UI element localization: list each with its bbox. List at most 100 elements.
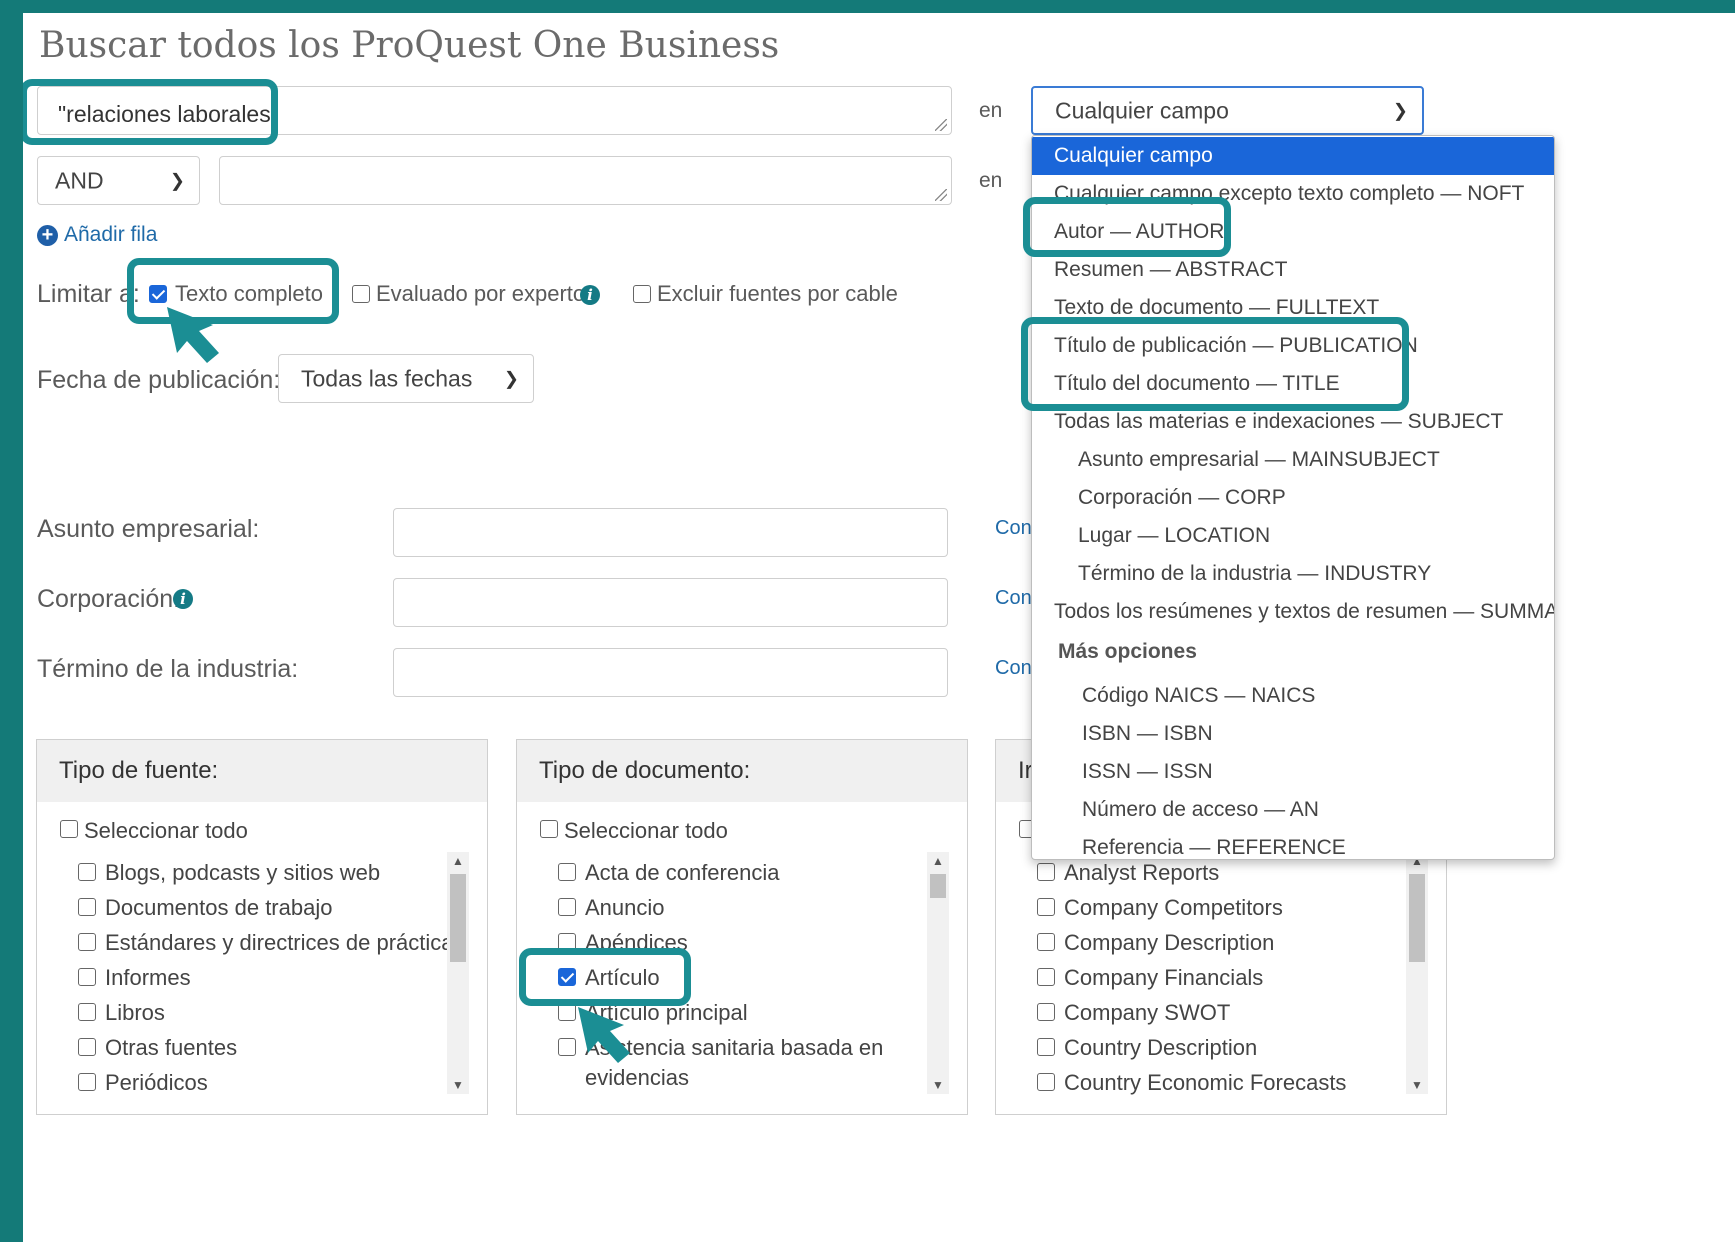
scroll-up-icon[interactable]: ▲ [927, 854, 949, 868]
source-type-item[interactable]: Periódicos [105, 1070, 208, 1096]
field-more-option[interactable]: Referencia — REFERENCE [1032, 829, 1554, 859]
corporation-link[interactable]: Con [995, 587, 1032, 610]
third-box-item-checkbox[interactable] [1037, 933, 1055, 951]
field-option[interactable]: Cualquier campo [1032, 137, 1554, 175]
info-icon[interactable]: i [173, 589, 193, 609]
source-type-item-checkbox[interactable] [78, 1003, 96, 1021]
source-type-item[interactable]: Blogs, podcasts y sitios web [105, 860, 380, 886]
third-box-item[interactable]: Company Competitors [1064, 895, 1283, 921]
scroll-down-icon[interactable]: ▼ [927, 1078, 949, 1092]
operator-value: AND [55, 167, 104, 193]
doc-type-item-checkbox[interactable] [558, 933, 576, 951]
field-more-option[interactable]: Código NAICS — NAICS [1032, 677, 1554, 715]
info-icon[interactable]: i [580, 285, 600, 305]
source-type-item-checkbox[interactable] [78, 1073, 96, 1091]
more-options-header: Más opciones [1058, 640, 1197, 663]
limit-label: Limitar a: [37, 280, 140, 308]
source-type-item[interactable]: Otras fuentes [105, 1035, 237, 1061]
field-option[interactable]: Título de publicación — PUBLICATION [1032, 327, 1554, 365]
doc-type-header: Tipo de documento: [517, 740, 967, 802]
doc-type-item[interactable]: Apéndices [585, 930, 688, 956]
third-box-item[interactable]: Company Description [1064, 930, 1274, 956]
field-option[interactable]: Texto de documento — FULLTEXT [1032, 289, 1554, 327]
source-type-item[interactable]: Informes [105, 965, 191, 991]
third-scrollbar[interactable]: ▲ ▼ [1406, 852, 1428, 1094]
third-box-item[interactable]: Country Description [1064, 1035, 1257, 1061]
third-box-item-checkbox[interactable] [1037, 1003, 1055, 1021]
field-option[interactable]: Todos los resúmenes y textos de resumen … [1032, 593, 1554, 631]
doc-type-item[interactable]: Acta de conferencia [585, 860, 779, 886]
search-input-2[interactable] [219, 156, 952, 205]
third-box-item-checkbox[interactable] [1037, 1073, 1055, 1091]
industry-term-label: Término de la industria: [37, 655, 299, 683]
exclude-wire-label: Excluir fuentes por cable [657, 281, 898, 306]
corporation-label: Corporación: [37, 585, 181, 613]
field-more-option[interactable]: ISBN — ISBN [1032, 715, 1554, 753]
field-option[interactable]: Lugar — LOCATION [1032, 517, 1554, 555]
operator-select[interactable]: AND ❯ [37, 156, 200, 205]
field-select-1[interactable]: Cualquier campo ❯ [1031, 86, 1424, 135]
source-type-item-checkbox[interactable] [78, 968, 96, 986]
scroll-down-icon[interactable]: ▼ [1406, 1078, 1428, 1092]
page-title: Buscar todos los ProQuest One Business [39, 25, 780, 66]
field-option[interactable]: Título del documento — TITLE [1032, 365, 1554, 403]
peer-reviewed-label: Evaluado por expertos [376, 281, 597, 306]
fulltext-checkbox[interactable] [149, 285, 167, 303]
source-type-item-checkbox[interactable] [78, 863, 96, 881]
field-option[interactable]: Término de la industria — INDUSTRY [1032, 555, 1554, 593]
doc-select-all-checkbox[interactable] [540, 820, 558, 838]
field-more-option[interactable]: ISSN — ISSN [1032, 753, 1554, 791]
third-box-item-checkbox[interactable] [1037, 968, 1055, 986]
scroll-thumb[interactable] [930, 874, 946, 898]
search-input-1[interactable]: "relaciones laborales" [37, 86, 952, 135]
peer-reviewed-checkbox[interactable] [352, 285, 370, 303]
field-option[interactable]: Asunto empresarial — MAINSUBJECT [1032, 441, 1554, 479]
scroll-thumb[interactable] [450, 874, 466, 962]
source-type-box: Tipo de fuente: Seleccionar todo Blogs, … [36, 739, 488, 1115]
industry-term-input[interactable] [393, 648, 948, 697]
business-subject-input[interactable] [393, 508, 948, 557]
field-more-option[interactable]: Número de acceso — AN [1032, 791, 1554, 829]
scroll-up-icon[interactable]: ▲ [447, 854, 469, 868]
doc-type-item[interactable]: Artículo [585, 965, 660, 991]
resize-grip-icon[interactable] [935, 189, 947, 201]
doc-type-item-checkbox[interactable] [558, 898, 576, 916]
third-box-item-checkbox[interactable] [1037, 863, 1055, 881]
source-type-item[interactable]: Estándares y directrices de prácticas [105, 930, 465, 956]
third-box-item-checkbox[interactable] [1037, 898, 1055, 916]
doc-type-item[interactable]: Anuncio [585, 895, 665, 921]
source-scrollbar[interactable]: ▲ ▼ [447, 852, 469, 1094]
pointer-arrow-icon [167, 307, 219, 363]
field-option[interactable]: Autor — AUTHOR [1032, 213, 1554, 251]
field-option[interactable]: Todas las materias e indexaciones — SUBJ… [1032, 403, 1554, 441]
third-box-item[interactable]: Analyst Reports [1064, 860, 1219, 886]
source-type-item[interactable]: Libros [105, 1000, 165, 1026]
source-type-item-checkbox[interactable] [78, 898, 96, 916]
industry-term-link[interactable]: Con [995, 657, 1032, 680]
exclude-wire-checkbox[interactable] [633, 285, 651, 303]
en-label-2: en [979, 169, 1003, 192]
business-subject-link[interactable]: Con [995, 517, 1032, 540]
source-select-all-checkbox[interactable] [60, 820, 78, 838]
pub-date-select[interactable]: Todas las fechas ❯ [278, 354, 534, 403]
third-box-item[interactable]: Country Economic Forecasts [1064, 1070, 1346, 1096]
source-type-item-checkbox[interactable] [78, 1038, 96, 1056]
doc-type-title: Tipo de documento: [539, 757, 751, 784]
doc-type-item-checkbox[interactable] [558, 968, 576, 986]
scroll-down-icon[interactable]: ▼ [447, 1078, 469, 1092]
resize-grip-icon[interactable] [935, 119, 947, 131]
source-type-item-checkbox[interactable] [78, 933, 96, 951]
field-dropdown-list[interactable]: Cualquier campo Cualquier campo excepto t… [1031, 135, 1555, 860]
third-box-item[interactable]: Company Financials [1064, 965, 1263, 991]
source-type-item[interactable]: Documentos de trabajo [105, 895, 332, 921]
field-option[interactable]: Resumen — ABSTRACT [1032, 251, 1554, 289]
field-option[interactable]: Cualquier campo excepto texto completo —… [1032, 175, 1554, 213]
third-box-item[interactable]: Company SWOT [1064, 1000, 1230, 1026]
scroll-thumb[interactable] [1409, 874, 1425, 962]
field-option[interactable]: Corporación — CORP [1032, 479, 1554, 517]
third-box-item-checkbox[interactable] [1037, 1038, 1055, 1056]
pointer-arrow-icon [578, 1007, 630, 1063]
doc-scrollbar[interactable]: ▲ ▼ [927, 852, 949, 1094]
doc-type-item-checkbox[interactable] [558, 863, 576, 881]
corporation-input[interactable] [393, 578, 948, 627]
